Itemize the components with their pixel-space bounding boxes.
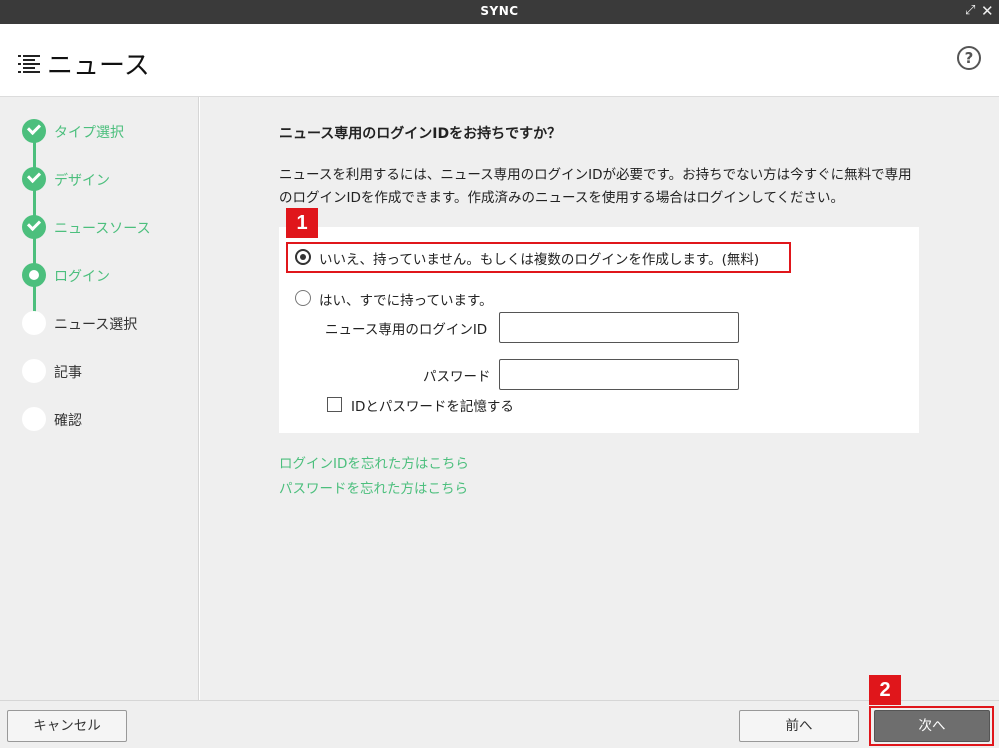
step-label: ニュースソース (54, 221, 151, 237)
prev-button[interactable]: 前へ (739, 710, 859, 742)
step-label: ログイン (54, 269, 110, 285)
window-title: SYNC (480, 4, 519, 18)
step-pending-icon (22, 407, 46, 431)
step-pending-icon (22, 359, 46, 383)
step-done-icon (22, 167, 46, 191)
annotation-badge-2: 2 (869, 675, 901, 705)
step-current-icon (22, 263, 46, 287)
remember-checkbox[interactable] (327, 397, 342, 412)
list-menu-icon[interactable] (18, 54, 40, 74)
radio-has-account[interactable] (295, 290, 311, 306)
password-label: パスワード (423, 369, 491, 385)
step-label: 記事 (54, 365, 82, 381)
help-icon[interactable]: ? (957, 46, 981, 70)
step-label: ニュース選択 (54, 317, 138, 333)
page-title: ニュース (47, 51, 150, 81)
step-label: デザイン (54, 173, 110, 189)
window-titlebar: SYNC ⤢ ✕ (0, 0, 999, 24)
step-done-icon (22, 215, 46, 239)
highlight-box-1 (286, 242, 791, 273)
step-sidebar: タイプ選択 デザイン ニュースソース ログイン ニュース選択 記事 確認 (0, 97, 199, 700)
step-pending-icon (22, 311, 46, 335)
option-has-account-label[interactable]: はい、すでに持っています。 (319, 289, 493, 309)
page-header: ニュース ? (0, 24, 999, 97)
login-description: ニュースを利用するには、ニュース専用のログインIDが必要です。お持ちでない方は今… (279, 167, 912, 206)
login-question-heading: ニュース専用のログインIDをお持ちですか？ (279, 126, 562, 142)
password-field[interactable] (499, 359, 739, 390)
step-done-icon (22, 119, 46, 143)
step-label: 確認 (54, 413, 82, 429)
annotation-badge-1: 1 (286, 208, 318, 238)
remember-label[interactable]: IDとパスワードを記憶する (351, 395, 514, 415)
step-label: タイプ選択 (54, 125, 124, 141)
close-icon[interactable]: ✕ (981, 3, 994, 19)
login-id-field[interactable] (499, 312, 739, 343)
forgot-id-link[interactable]: ログインIDを忘れた方はこちら (279, 452, 469, 472)
wizard-footer: キャンセル 前へ 次へ (0, 700, 999, 748)
main-content: ニュース専用のログインIDをお持ちですか？ ニュースを利用するには、ニュース専用… (200, 97, 999, 700)
cancel-button[interactable]: キャンセル (7, 710, 127, 742)
forgot-password-link[interactable]: パスワードを忘れた方はこちら (279, 477, 468, 497)
login-id-label: ニュース専用のログインID (325, 322, 488, 338)
expand-icon[interactable]: ⤢ (965, 3, 975, 19)
highlight-box-2 (869, 706, 994, 746)
